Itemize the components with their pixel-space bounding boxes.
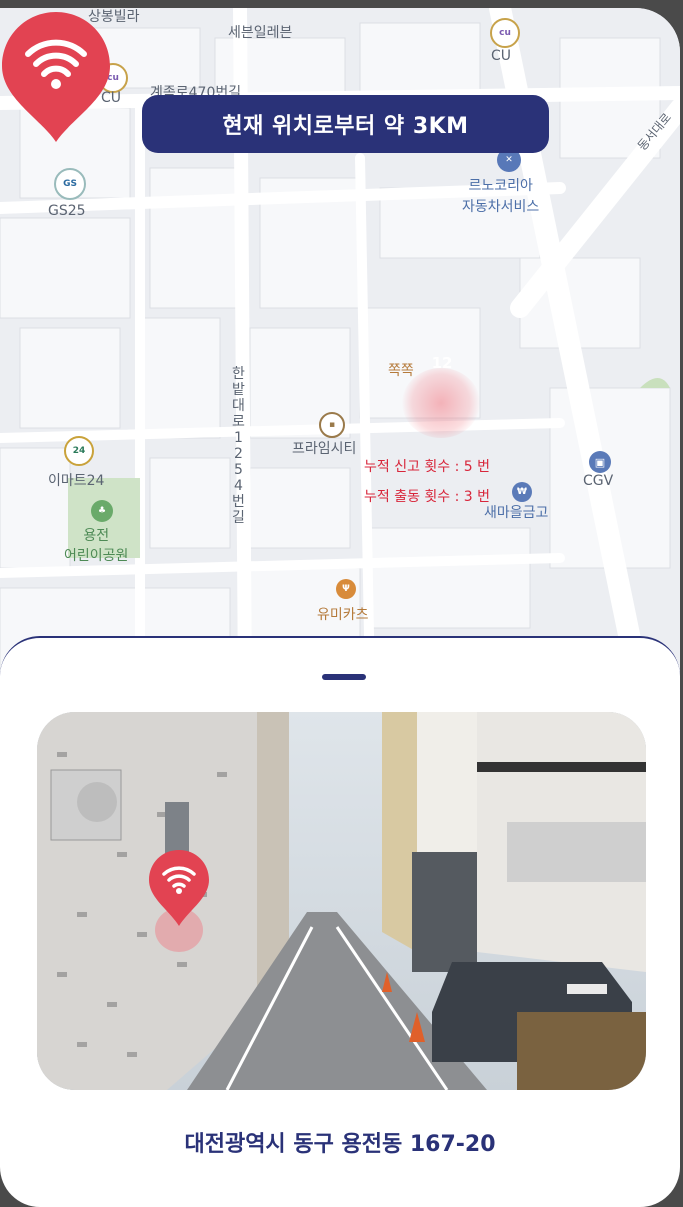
map-label-cgv: CGV bbox=[583, 473, 614, 489]
street-scene bbox=[37, 712, 646, 1090]
restaurant-icon: Ψ bbox=[336, 579, 356, 599]
map-label-emart24: 이마트24 bbox=[48, 473, 105, 489]
map-label-park: 용전 어린이공원 bbox=[64, 528, 129, 564]
cinema-icon: ▣ bbox=[589, 451, 611, 473]
map-label-cu-1: CU bbox=[491, 48, 512, 64]
cu-icon: cu bbox=[490, 18, 520, 48]
street-photo bbox=[37, 712, 646, 1090]
map-label-hanbat: 한 밭 대 로 1 2 5 4 번 길 bbox=[232, 366, 245, 526]
map-label-gs25: GS25 bbox=[48, 203, 86, 219]
map-label-prime: 프라임시티 bbox=[292, 441, 357, 457]
address-text: 대전광역시 동구 용전동 167-20 bbox=[184, 1132, 496, 1157]
map-label-yumi: 유미카츠 bbox=[317, 607, 369, 623]
report-count: 12 bbox=[431, 354, 453, 372]
report-stat: 누적 신고 횟수 : 5 번 bbox=[364, 459, 491, 475]
distance-banner: 현재 위치로부터 약 3KM bbox=[142, 95, 549, 153]
tree-icon: ♣ bbox=[91, 500, 113, 522]
stats-panel: 누적 신고 횟수 : 5 번 누적 출동 횟수 : 3 번 bbox=[364, 452, 490, 512]
map-label-jjok: 쪽쪽 bbox=[388, 363, 414, 379]
bottom-sheet: 대전광역시 동구 용전동 167-20 bbox=[0, 636, 680, 1207]
map-label-sebon: 세븐일레븐 bbox=[228, 25, 293, 41]
app-screen: 상봉빌라 세븐일레븐 cu CU cu CU 계족로470번길 GS GS25 … bbox=[0, 0, 683, 1207]
bank-icon: ₩ bbox=[512, 482, 532, 502]
location-halo bbox=[402, 368, 480, 438]
building-icon: ▪ bbox=[319, 412, 345, 438]
gs25-icon: GS bbox=[54, 168, 86, 200]
map-label-renault: 르노코리아 자동차서비스 bbox=[462, 178, 540, 215]
map-label-saemaul: 새마을금고 bbox=[484, 505, 549, 521]
dispatch-stat: 누적 출동 횟수 : 3 번 bbox=[364, 489, 491, 505]
wifi-pin-marker[interactable] bbox=[0, 8, 112, 148]
emart24-icon: 24 bbox=[64, 436, 94, 466]
sheet-drag-handle[interactable] bbox=[322, 674, 366, 680]
